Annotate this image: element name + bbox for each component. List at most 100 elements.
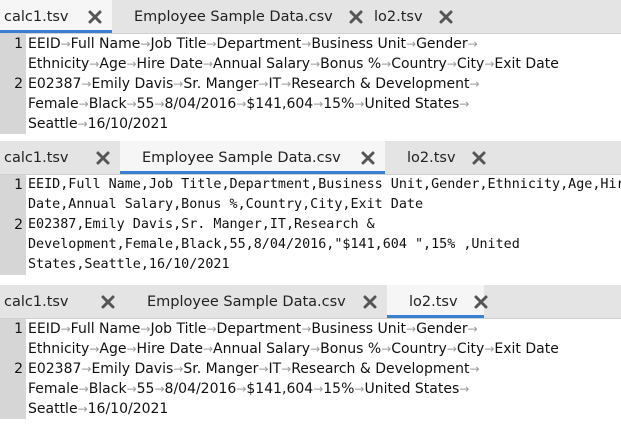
tab-arrow-icon: →: [77, 117, 88, 131]
tab-arrow-icon: →: [173, 77, 184, 91]
cell-text: Development,Female,Black,55,8/04/2016,"$…: [28, 237, 520, 252]
close-x-icon[interactable]: [94, 149, 112, 167]
tab-arrow-icon: →: [381, 342, 392, 356]
close-x-icon[interactable]: [359, 149, 377, 167]
tab-lo2-tsv[interactable]: lo2.tsv: [385, 141, 486, 174]
cell-text: Age: [99, 56, 127, 72]
tab-arrow-icon: →: [140, 322, 151, 336]
tab-calc1-tsv[interactable]: calc1.tsv: [0, 0, 112, 33]
tab-arrow-icon: →: [406, 322, 417, 336]
tab-employee-sample-data-csv[interactable]: Employee Sample Data.csv: [120, 141, 385, 174]
cell-text: United States: [364, 96, 460, 112]
line-text: E02387→Emily Davis→Sr. Manger→IT→Researc…: [26, 74, 480, 94]
cell-text: Seattle: [28, 116, 78, 132]
line-text: States,Seattle,16/10/2021: [26, 255, 230, 275]
cell-text: E02387,Emily Davis,Sr. Manger,IT,Researc…: [28, 217, 375, 232]
cell-text: Age: [99, 341, 127, 357]
tab-arrow-icon: →: [313, 97, 324, 111]
editor-panel: calc1.tsv Employee Sample Data.csv lo2.tsv…: [0, 285, 621, 419]
cell-text: Black: [88, 96, 127, 112]
cell-text: EEID,Full Name,Job Title,Department,Busi…: [28, 177, 621, 192]
tab-arrow-icon: →: [469, 77, 480, 91]
tab-arrow-icon: →: [258, 362, 269, 376]
text-line: 1 EEID→Full Name→Job Title→Department→Bus…: [0, 319, 621, 339]
cell-text: 8/04/2016: [164, 381, 237, 397]
text-line: Seattle→16/10/2021: [0, 114, 621, 134]
line-number: 1: [0, 175, 26, 195]
tab-calc1-tsv[interactable]: calc1.tsv: [0, 141, 120, 174]
line-text: Date,Annual Salary,Bonus %,Country,City,…: [26, 195, 423, 215]
cell-text: 55: [136, 381, 155, 397]
close-x-icon[interactable]: [470, 149, 488, 167]
line-text: Seattle→16/10/2021: [26, 399, 168, 419]
cell-text: Ethnicity: [28, 341, 90, 357]
tab-arrow-icon: →: [313, 382, 324, 396]
cell-text: 8/04/2016: [164, 96, 237, 112]
tab-label: lo2.tsv: [374, 8, 423, 25]
tab-label: lo2.tsv: [407, 149, 456, 166]
line-number: [0, 94, 26, 114]
tab-label: calc1.tsv: [4, 293, 69, 310]
cell-text: Emily Davis: [91, 361, 174, 377]
tab-arrow-icon: →: [381, 57, 392, 71]
tab-arrow-icon: →: [126, 57, 137, 71]
cell-text: Annual Salary: [213, 341, 311, 357]
cell-text: Gender: [416, 36, 468, 52]
tab-arrow-icon: →: [354, 382, 365, 396]
text-line: 1 EEID,Full Name,Job Title,Department,Bus…: [0, 175, 621, 195]
cell-text: Bonus %: [320, 56, 382, 72]
tab-arrow-icon: →: [173, 362, 184, 376]
close-x-icon[interactable]: [99, 293, 117, 311]
cell-text: Sr. Manger: [183, 361, 259, 377]
tab-lo2-tsv[interactable]: lo2.tsv: [387, 285, 488, 318]
cell-text: City: [456, 56, 485, 72]
tab-arrow-icon: →: [81, 77, 92, 91]
editor-panel: calc1.tsv Employee Sample Data.csv lo2.tsv…: [0, 0, 621, 134]
tab-arrow-icon: →: [484, 342, 495, 356]
cell-text: Business Unit: [311, 36, 407, 52]
editor-content[interactable]: 1 EEID→Full Name→Job Title→Department→Bus…: [0, 34, 621, 134]
tab-arrow-icon: →: [310, 57, 321, 71]
tab-arrow-icon: →: [81, 362, 92, 376]
tab-arrow-icon: →: [154, 382, 165, 396]
tab-calc1-tsv[interactable]: calc1.tsv: [0, 285, 125, 318]
tab-employee-sample-data-csv[interactable]: Employee Sample Data.csv: [125, 285, 387, 318]
cell-text: Hire Date: [136, 341, 203, 357]
editor-content[interactable]: 1 EEID→Full Name→Job Title→Department→Bus…: [0, 319, 621, 419]
tab-label: Employee Sample Data.csv: [142, 149, 341, 166]
tab-arrow-icon: →: [467, 37, 478, 51]
tab-employee-sample-data-csv[interactable]: Employee Sample Data.csv: [112, 0, 363, 33]
tab-arrow-icon: →: [126, 97, 137, 111]
cell-text: City: [456, 341, 485, 357]
line-text: E02387→Emily Davis→Sr. Manger→IT→Researc…: [26, 359, 480, 379]
line-number: [0, 399, 26, 419]
line-text: EEID→Full Name→Job Title→Department→Busi…: [26, 319, 478, 339]
cell-text: $141,604: [246, 96, 314, 112]
cell-text: Department: [216, 321, 302, 337]
line-text: Seattle→16/10/2021: [26, 114, 168, 134]
cell-text: Country: [391, 56, 447, 72]
close-x-icon[interactable]: [437, 8, 455, 26]
close-x-icon[interactable]: [361, 293, 379, 311]
tab-bar: calc1.tsv Employee Sample Data.csv lo2.tsv: [0, 0, 621, 34]
tab-arrow-icon: →: [60, 37, 71, 51]
cell-text: 15%: [323, 96, 355, 112]
tab-arrow-icon: →: [301, 322, 312, 336]
line-number: 2: [0, 74, 26, 94]
tab-arrow-icon: →: [206, 37, 217, 51]
line-number: 2: [0, 359, 26, 379]
cell-text: Sr. Manger: [183, 76, 259, 92]
tab-arrow-icon: →: [354, 97, 365, 111]
cell-text: IT: [268, 76, 282, 92]
tab-bar: calc1.tsv Employee Sample Data.csv lo2.tsv: [0, 285, 621, 319]
editor-content[interactable]: 1 EEID,Full Name,Job Title,Department,Bus…: [0, 175, 621, 275]
close-x-icon[interactable]: [86, 8, 104, 26]
tab-lo2-tsv[interactable]: lo2.tsv: [352, 0, 453, 33]
close-x-icon[interactable]: [472, 293, 490, 311]
cell-text: 15%: [323, 381, 355, 397]
cell-text: Research & Development: [291, 76, 470, 92]
cell-text: Ethnicity: [28, 56, 90, 72]
tab-arrow-icon: →: [236, 382, 247, 396]
cell-text: Female: [28, 381, 79, 397]
text-line: Female→Black→55→8/04/2016→$141,604→15%→U…: [0, 94, 621, 114]
